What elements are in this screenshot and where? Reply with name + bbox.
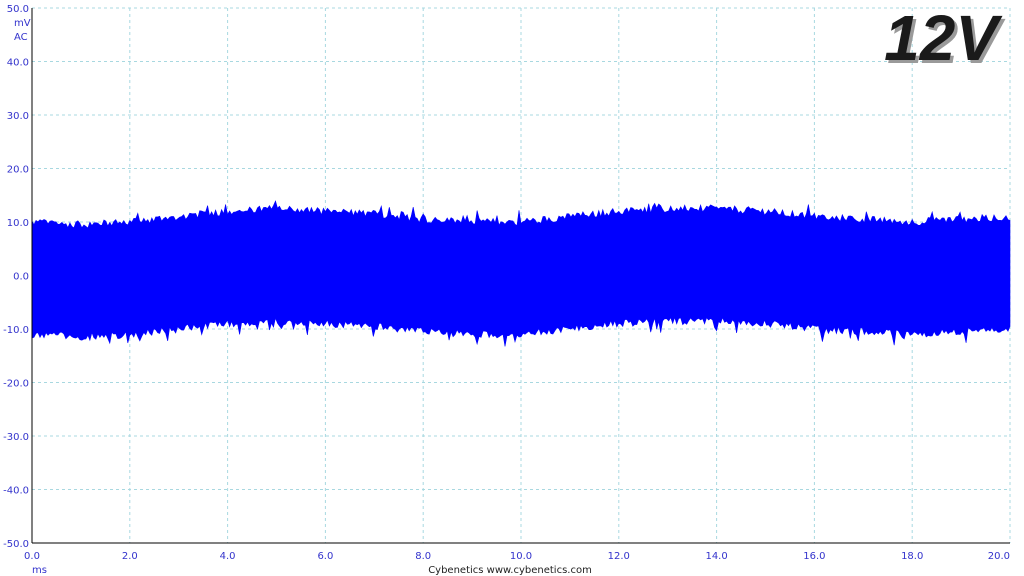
y-tick-label: 50.0 xyxy=(7,4,29,15)
y-tick-label: -50.0 xyxy=(3,539,29,550)
y-tick-label: -30.0 xyxy=(3,432,29,443)
x-tick-labels: 0.0 2.0 4.0 6.0 8.0 10.0 12.0 14.0 16.0 18.0 20.0 xyxy=(24,551,1010,562)
y-tick-label: 30.0 xyxy=(7,111,29,122)
y-tick-labels: 50.0 40.0 30.0 20.0 10.0 0.0 -10.0 -20.0 -30.0 -4… xyxy=(3,4,29,550)
x-tick-label: 2.0 xyxy=(122,551,138,562)
x-tick-label: 4.0 xyxy=(220,551,236,562)
x-tick-label: 12.0 xyxy=(608,551,630,562)
x-tick-label: 0.0 xyxy=(24,551,40,562)
ripple-oscilloscope-chart: 50.0 40.0 30.0 20.0 10.0 0.0 -10.0 -20.0 -30.0 -4… xyxy=(3,2,1011,576)
x-tick-label: 14.0 xyxy=(705,551,727,562)
y-tick-label: -10.0 xyxy=(3,325,29,336)
x-tick-label: 20.0 xyxy=(988,551,1010,562)
x-tick-label: 10.0 xyxy=(510,551,532,562)
y-tick-label: 20.0 xyxy=(7,165,29,176)
y-tick-label: 40.0 xyxy=(7,58,29,69)
x-tick-label: 16.0 xyxy=(803,551,825,562)
y-unit-label-mv: mV xyxy=(14,18,31,29)
y-tick-label: 0.0 xyxy=(13,272,29,283)
x-tick-label: 6.0 xyxy=(317,551,333,562)
y-unit-label-ac: AC xyxy=(14,32,28,43)
x-tick-label: 8.0 xyxy=(415,551,431,562)
y-tick-label: 10.0 xyxy=(7,218,29,229)
x-unit-label: ms xyxy=(32,565,47,576)
x-tick-label: 18.0 xyxy=(901,551,923,562)
noise-trace xyxy=(31,200,1011,347)
y-tick-label: -40.0 xyxy=(3,486,29,497)
noise-trace-band xyxy=(31,200,1011,347)
y-tick-label: -20.0 xyxy=(3,379,29,390)
credit-text: Cybenetics www.cybenetics.com xyxy=(428,565,592,576)
rail-label: 12V xyxy=(884,2,1003,74)
